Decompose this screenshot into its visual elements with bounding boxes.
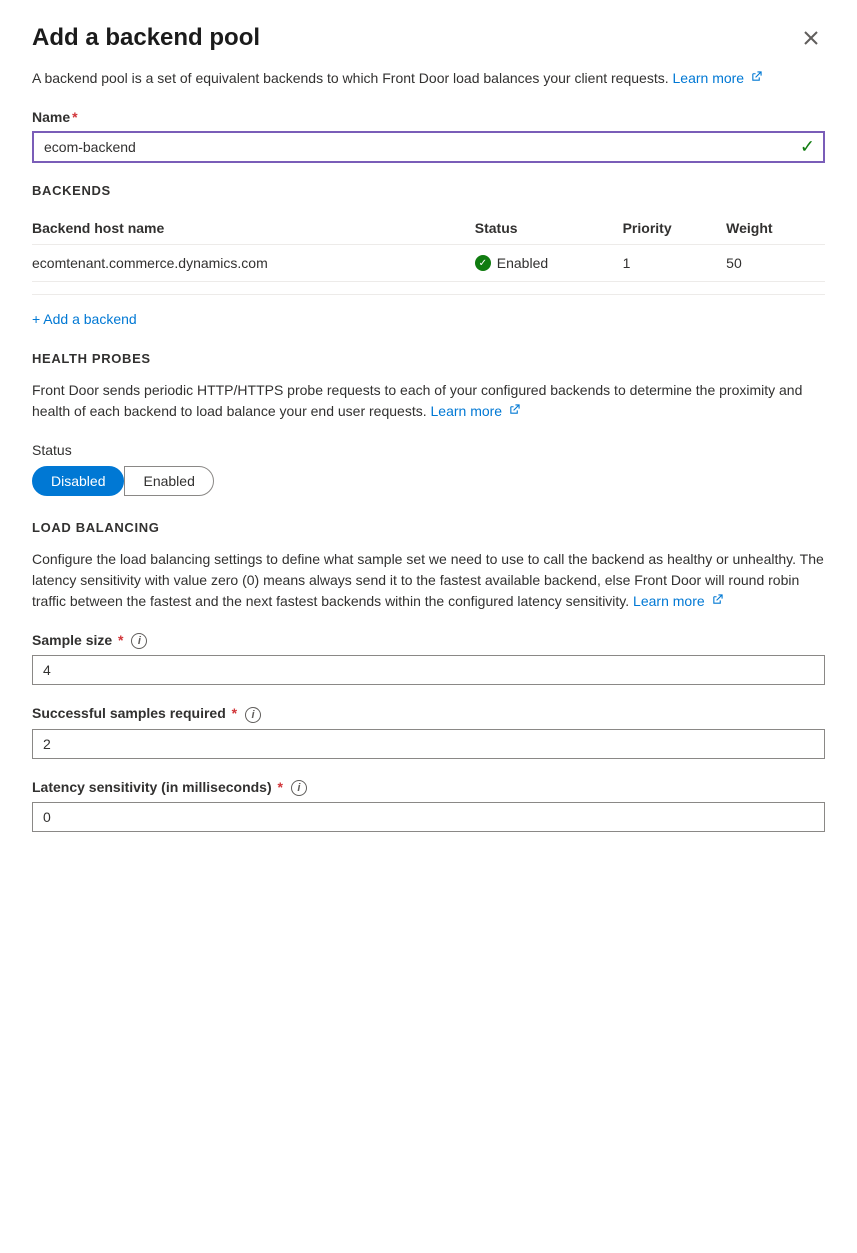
health-probes-disabled-toggle[interactable]: Disabled (32, 466, 124, 496)
name-input-wrapper: ✓ (32, 131, 825, 163)
latency-sensitivity-info-icon[interactable]: i (291, 780, 307, 796)
description-learn-more-link[interactable]: Learn more (673, 70, 762, 86)
sample-size-group: Sample size * i (32, 632, 825, 685)
table-row: ecomtenant.commerce.dynamics.com ✓ Enabl… (32, 245, 825, 282)
close-icon (801, 28, 821, 48)
health-probes-toggle-group: Disabled Enabled (32, 466, 825, 496)
load-balancing-ext-icon (712, 594, 723, 605)
health-probes-title: HEALTH PROBES (32, 351, 825, 366)
health-probes-ext-icon (509, 404, 520, 415)
name-valid-icon: ✓ (800, 137, 815, 158)
close-button[interactable] (797, 24, 825, 52)
backends-divider (32, 294, 825, 295)
name-input[interactable] (32, 131, 825, 163)
name-label: Name* (32, 109, 825, 125)
status-enabled-label: Enabled (497, 255, 548, 271)
sample-size-required: * (118, 632, 123, 648)
sample-size-input[interactable] (32, 655, 825, 685)
backends-section-title: BACKENDS (32, 183, 825, 198)
sample-size-label: Sample size * i (32, 632, 825, 649)
add-backend-pool-panel: Add a backend pool A backend pool is a s… (0, 0, 857, 888)
load-balancing-title: LOAD BALANCING (32, 520, 825, 535)
backend-status: ✓ Enabled (475, 245, 623, 282)
backend-weight: 50 (726, 245, 825, 282)
panel-description: A backend pool is a set of equivalent ba… (32, 68, 825, 89)
successful-samples-input[interactable] (32, 729, 825, 759)
successful-samples-info-icon[interactable]: i (245, 707, 261, 723)
health-probes-learn-more-link[interactable]: Learn more (431, 403, 520, 419)
backend-priority: 1 (623, 245, 727, 282)
col-status: Status (475, 212, 623, 245)
health-probes-description: Front Door sends periodic HTTP/HTTPS pro… (32, 380, 825, 422)
latency-sensitivity-label: Latency sensitivity (in milliseconds) * … (32, 779, 825, 796)
col-weight: Weight (726, 212, 825, 245)
col-priority: Priority (623, 212, 727, 245)
name-required-star: * (72, 109, 77, 125)
sample-size-info-icon[interactable]: i (131, 633, 147, 649)
health-probes-enabled-toggle[interactable]: Enabled (124, 466, 213, 496)
name-form-group: Name* ✓ (32, 109, 825, 163)
health-probes-section: HEALTH PROBES Front Door sends periodic … (32, 351, 825, 496)
health-probes-status-label: Status (32, 442, 825, 458)
panel-title: Add a backend pool (32, 24, 260, 52)
successful-samples-required: * (232, 705, 237, 721)
panel-header: Add a backend pool (32, 24, 825, 52)
successful-samples-group: Successful samples required * i (32, 705, 825, 758)
backend-host: ecomtenant.commerce.dynamics.com (32, 245, 475, 282)
backends-table-header-row: Backend host name Status Priority Weight (32, 212, 825, 245)
col-host: Backend host name (32, 212, 475, 245)
latency-sensitivity-required: * (278, 779, 283, 795)
successful-samples-label: Successful samples required * i (32, 705, 825, 722)
health-probes-status-group: Status Disabled Enabled (32, 442, 825, 496)
load-balancing-learn-more-link[interactable]: Learn more (633, 593, 722, 609)
status-enabled-icon: ✓ (475, 255, 491, 271)
backends-table: Backend host name Status Priority Weight… (32, 212, 825, 282)
load-balancing-description: Configure the load balancing settings to… (32, 549, 825, 612)
latency-sensitivity-group: Latency sensitivity (in milliseconds) * … (32, 779, 825, 832)
backends-section: BACKENDS Backend host name Status Priori… (32, 183, 825, 327)
load-balancing-section: LOAD BALANCING Configure the load balanc… (32, 520, 825, 832)
add-backend-button[interactable]: + Add a backend (32, 311, 137, 327)
latency-sensitivity-input[interactable] (32, 802, 825, 832)
external-link-icon (751, 71, 762, 82)
